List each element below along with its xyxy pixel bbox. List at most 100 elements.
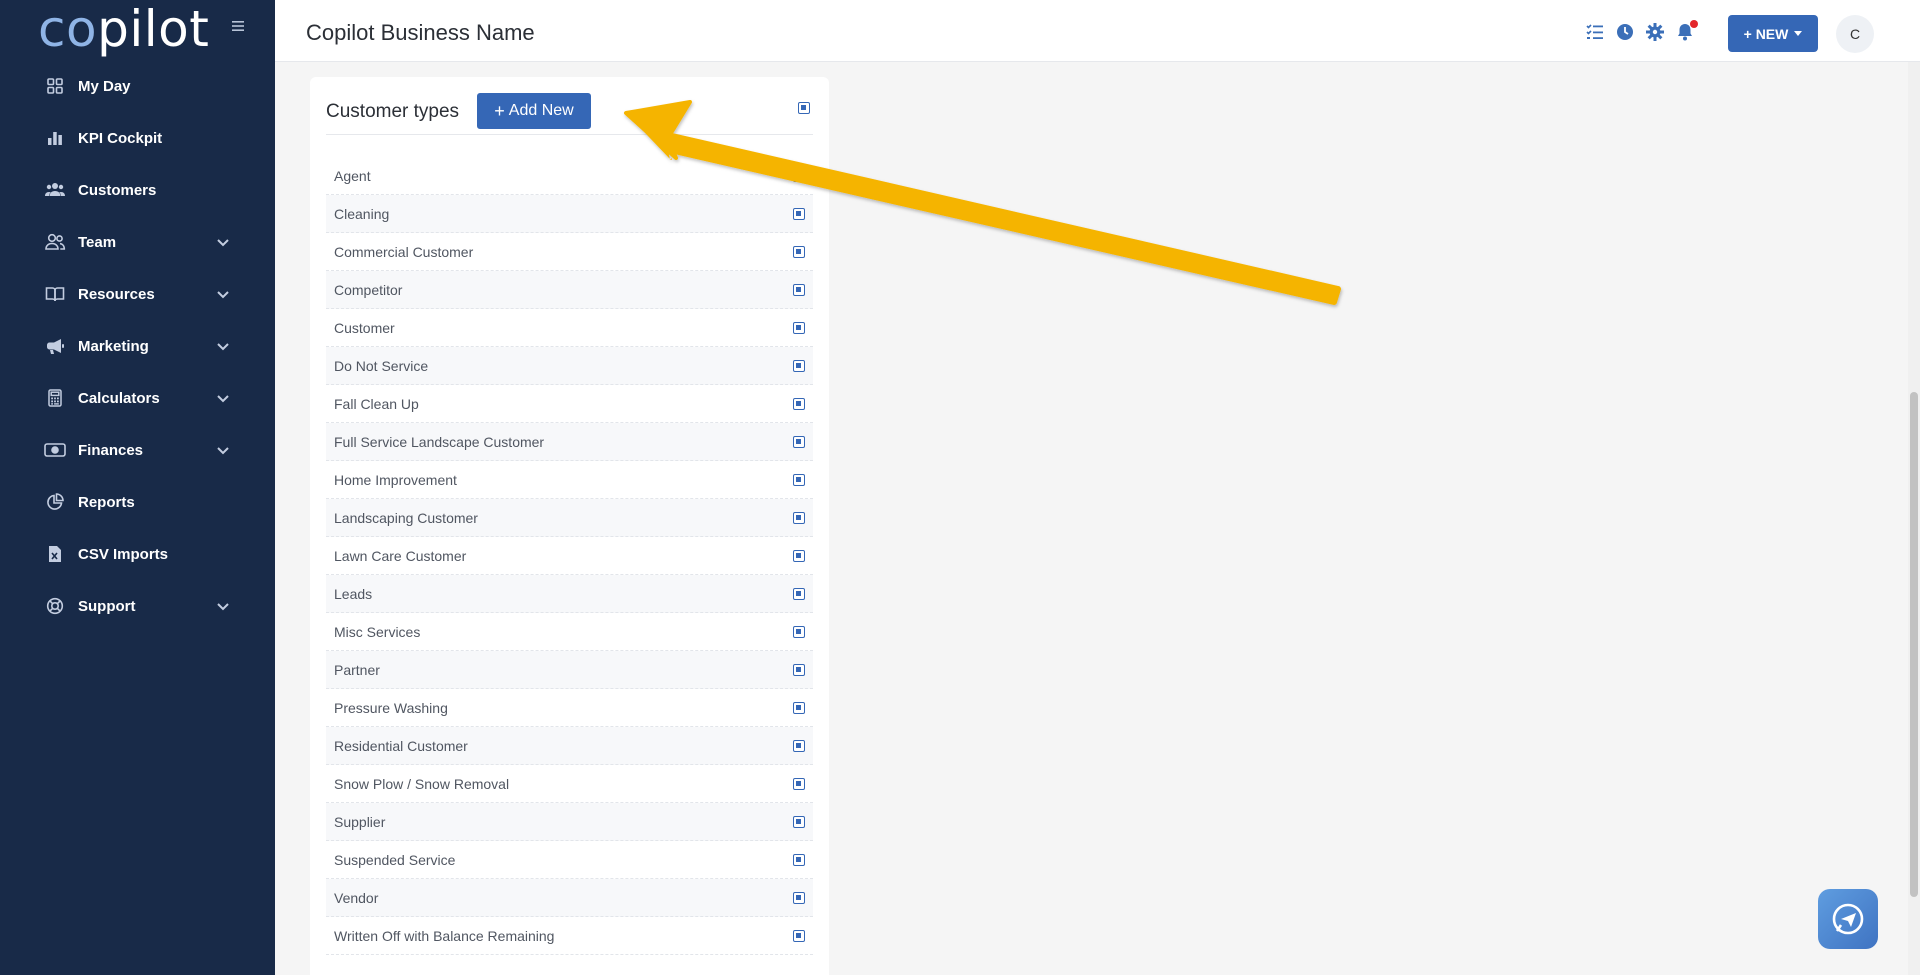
- row-checkbox[interactable]: [793, 740, 805, 752]
- sidebar-item-resources[interactable]: Resources: [0, 268, 275, 320]
- sidebar-nav: My Day KPI Cockpit Customers Team Resources M…: [0, 60, 275, 632]
- table-row[interactable]: Home Improvement: [326, 461, 813, 499]
- row-checkbox[interactable]: [793, 550, 805, 562]
- row-checkbox[interactable]: [793, 816, 805, 828]
- row-checkbox[interactable]: [793, 588, 805, 600]
- table-row[interactable]: Suspended Service: [326, 841, 813, 879]
- avatar[interactable]: C: [1836, 15, 1874, 53]
- notification-dot: [1690, 20, 1698, 28]
- table-row[interactable]: Misc Services: [326, 613, 813, 651]
- sidebar-item-label: Marketing: [78, 337, 149, 355]
- chevron-down-icon[interactable]: [215, 390, 231, 406]
- row-checkbox[interactable]: [793, 664, 805, 676]
- table-row[interactable]: Commercial Customer: [326, 233, 813, 271]
- sidebar-item-marketing[interactable]: Marketing: [0, 320, 275, 372]
- table-row[interactable]: Customer: [326, 309, 813, 347]
- sidebar: copilot My Day KPI Cockpit Customers Team Re…: [0, 0, 275, 975]
- table-row[interactable]: Residential Customer: [326, 727, 813, 765]
- calculator-icon: [44, 387, 66, 409]
- table-row[interactable]: Pressure Washing: [326, 689, 813, 727]
- row-checkbox[interactable]: [793, 322, 805, 334]
- row-checkbox[interactable]: [793, 208, 805, 220]
- table-row[interactable]: Partner: [326, 651, 813, 689]
- sidebar-item-kpi-cockpit[interactable]: KPI Cockpit: [0, 112, 275, 164]
- table-row[interactable]: Supplier: [326, 803, 813, 841]
- sidebar-item-team[interactable]: Team: [0, 216, 275, 268]
- customer-type-label: Landscaping Customer: [334, 509, 478, 526]
- bar-chart-icon: [44, 127, 66, 149]
- table-row[interactable]: Written Off with Balance Remaining: [326, 917, 813, 955]
- table-row[interactable]: Lawn Care Customer: [326, 537, 813, 575]
- chevron-down-icon[interactable]: [215, 338, 231, 354]
- sidebar-item-finances[interactable]: Finances: [0, 424, 275, 476]
- table-row[interactable]: Do Not Service: [326, 347, 813, 385]
- table-row[interactable]: Leads: [326, 575, 813, 613]
- hamburger-menu-icon[interactable]: [229, 17, 247, 35]
- chat-button[interactable]: [1818, 889, 1878, 949]
- users-icon: [44, 179, 66, 201]
- table-row[interactable]: Full Service Landscape Customer: [326, 423, 813, 461]
- sidebar-item-label: My Day: [78, 77, 131, 95]
- sidebar-item-customers[interactable]: Customers: [0, 164, 275, 216]
- table-row[interactable]: Landscaping Customer: [326, 499, 813, 537]
- sidebar-item-csv-imports[interactable]: CSV Imports: [0, 528, 275, 580]
- chevron-down-icon[interactable]: [215, 234, 231, 250]
- chevron-down-icon[interactable]: [215, 286, 231, 302]
- sidebar-item-label: Resources: [78, 285, 155, 303]
- logo-text: copilot: [38, 0, 210, 58]
- money-icon: [44, 439, 66, 461]
- table-row[interactable]: Snow Plow / Snow Removal: [326, 765, 813, 803]
- row-checkbox[interactable]: [793, 170, 805, 182]
- task-list-icon[interactable]: [1585, 22, 1605, 42]
- sidebar-item-support[interactable]: Support: [0, 580, 275, 632]
- table-row[interactable]: Agent: [326, 157, 813, 195]
- sidebar-item-label: Reports: [78, 493, 135, 511]
- sidebar-item-my-day[interactable]: My Day: [0, 60, 275, 112]
- clock-icon[interactable]: [1615, 22, 1635, 42]
- add-new-button[interactable]: + Add New: [477, 93, 591, 129]
- row-checkbox[interactable]: [793, 436, 805, 448]
- row-checkbox[interactable]: [793, 474, 805, 486]
- customer-type-label: Full Service Landscape Customer: [334, 433, 545, 450]
- sidebar-item-reports[interactable]: Reports: [0, 476, 275, 528]
- row-checkbox[interactable]: [793, 892, 805, 904]
- select-all-checkbox[interactable]: [798, 102, 810, 114]
- customer-type-label: Lawn Care Customer: [334, 547, 467, 564]
- pointer-arrow-annotation: [624, 100, 1341, 305]
- chevron-down-icon[interactable]: [215, 598, 231, 614]
- sidebar-item-calculators[interactable]: Calculators: [0, 372, 275, 424]
- row-checkbox[interactable]: [793, 360, 805, 372]
- table-row[interactable]: Cleaning: [326, 195, 813, 233]
- chevron-down-icon: [1794, 31, 1803, 36]
- customer-type-label: Fall Clean Up: [334, 395, 419, 412]
- table-row[interactable]: Fall Clean Up: [326, 385, 813, 423]
- customer-type-label: Supplier: [334, 813, 386, 830]
- book-icon: [44, 283, 66, 305]
- customer-type-label: Suspended Service: [334, 851, 456, 868]
- row-checkbox[interactable]: [793, 778, 805, 790]
- customer-type-label: Commercial Customer: [334, 243, 474, 260]
- row-checkbox[interactable]: [793, 626, 805, 638]
- header: Copilot Business Name + NEW C: [275, 0, 1920, 62]
- bell-icon[interactable]: [1675, 20, 1698, 42]
- logo[interactable]: copilot: [38, 0, 209, 58]
- card-title: Customer types: [326, 101, 460, 122]
- customer-type-label: Home Improvement: [334, 471, 457, 488]
- row-checkbox[interactable]: [793, 702, 805, 714]
- row-checkbox[interactable]: [793, 930, 805, 942]
- row-checkbox[interactable]: [793, 854, 805, 866]
- row-checkbox[interactable]: [793, 512, 805, 524]
- row-checkbox[interactable]: [793, 284, 805, 296]
- scrollbar-thumb[interactable]: [1910, 392, 1918, 897]
- megaphone-icon: [44, 335, 66, 357]
- new-button[interactable]: + NEW: [1728, 15, 1818, 52]
- file-excel-icon: [44, 543, 66, 565]
- user-group-icon: [44, 231, 66, 253]
- customer-type-label: Residential Customer: [334, 737, 468, 754]
- row-checkbox[interactable]: [793, 246, 805, 258]
- chevron-down-icon[interactable]: [215, 442, 231, 458]
- table-row[interactable]: Vendor: [326, 879, 813, 917]
- row-checkbox[interactable]: [793, 398, 805, 410]
- table-row[interactable]: Competitor: [326, 271, 813, 309]
- gear-icon[interactable]: [1645, 22, 1665, 42]
